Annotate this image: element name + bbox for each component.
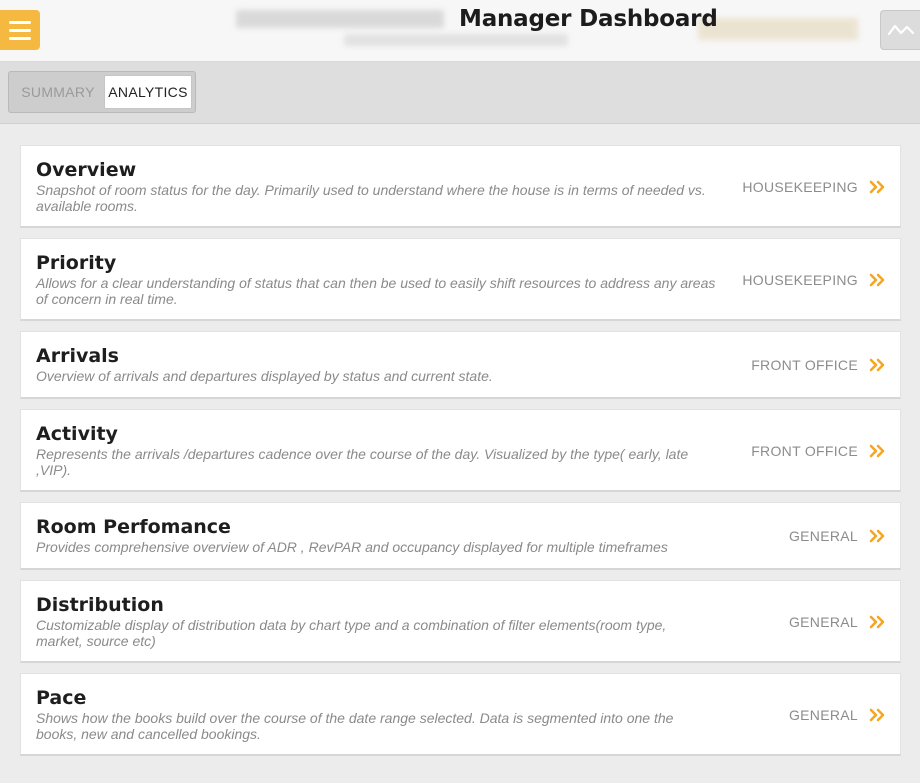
- card-title: Overview: [36, 159, 137, 181]
- hamburger-menu-button[interactable]: [0, 10, 40, 50]
- card-activity[interactable]: Activity Represents the arrivals /depart…: [20, 409, 901, 492]
- double-chevron-right-icon: [869, 180, 885, 194]
- card-category: GENERAL: [788, 614, 858, 630]
- menu-icon-bar: [9, 28, 31, 32]
- card-category: GENERAL: [788, 528, 858, 544]
- double-chevron-right-icon: [869, 273, 885, 287]
- app-header: Manager Dashboard: [0, 0, 920, 62]
- card-distribution[interactable]: Distribution Customizable display of dis…: [20, 580, 901, 663]
- tab-summary[interactable]: SUMMARY: [12, 75, 104, 109]
- card-category: GENERAL: [788, 707, 858, 723]
- double-chevron-right-icon: [869, 529, 885, 543]
- card-priority[interactable]: Priority Allows for a clear understandin…: [20, 238, 901, 321]
- double-chevron-right-icon: [869, 444, 885, 458]
- view-switcher: SUMMARY ANALYTICS: [8, 71, 196, 113]
- card-pace[interactable]: Pace Shows how the books build over the …: [20, 673, 901, 756]
- trend-button[interactable]: [880, 10, 920, 50]
- tab-analytics[interactable]: ANALYTICS: [104, 75, 192, 109]
- card-category: FRONT OFFICE: [751, 443, 858, 459]
- card-arrivals[interactable]: Arrivals Overview of arrivals and depart…: [20, 331, 901, 399]
- card-description: Snapshot of room status for the day. Pri…: [36, 182, 706, 214]
- tab-bar: SUMMARY ANALYTICS: [0, 62, 920, 124]
- card-description: Allows for a clear understanding of stat…: [36, 275, 716, 307]
- trend-line-icon: [887, 24, 914, 36]
- card-title: Activity: [36, 423, 118, 445]
- card-description: Shows how the books build over the cours…: [36, 710, 674, 742]
- menu-icon-bar: [9, 36, 31, 40]
- card-description: Provides comprehensive overview of ADR ,…: [36, 539, 668, 555]
- card-category: HOUSEKEEPING: [742, 272, 858, 288]
- double-chevron-right-icon: [869, 358, 885, 372]
- card-description: Overview of arrivals and departures disp…: [36, 368, 493, 384]
- card-description: Customizable display of distribution dat…: [36, 617, 667, 649]
- redacted-block: [236, 10, 444, 28]
- redacted-block: [698, 18, 858, 40]
- menu-icon-bar: [9, 20, 31, 24]
- card-title: Priority: [36, 252, 117, 274]
- card-overview[interactable]: Overview Snapshot of room status for the…: [20, 145, 901, 228]
- card-category: FRONT OFFICE: [751, 357, 858, 373]
- card-title: Arrivals: [36, 345, 119, 367]
- card-room-performance[interactable]: Room Perfomance Provides comprehensive o…: [20, 502, 901, 570]
- double-chevron-right-icon: [869, 708, 885, 722]
- card-title: Pace: [36, 687, 87, 709]
- card-title: Distribution: [36, 594, 164, 616]
- double-chevron-right-icon: [869, 615, 885, 629]
- card-description: Represents the arrivals /departures cade…: [36, 446, 689, 478]
- card-title: Room Perfomance: [36, 516, 231, 538]
- redacted-block: [344, 34, 568, 46]
- card-category: HOUSEKEEPING: [742, 179, 858, 195]
- page-title: Manager Dashboard: [459, 6, 718, 32]
